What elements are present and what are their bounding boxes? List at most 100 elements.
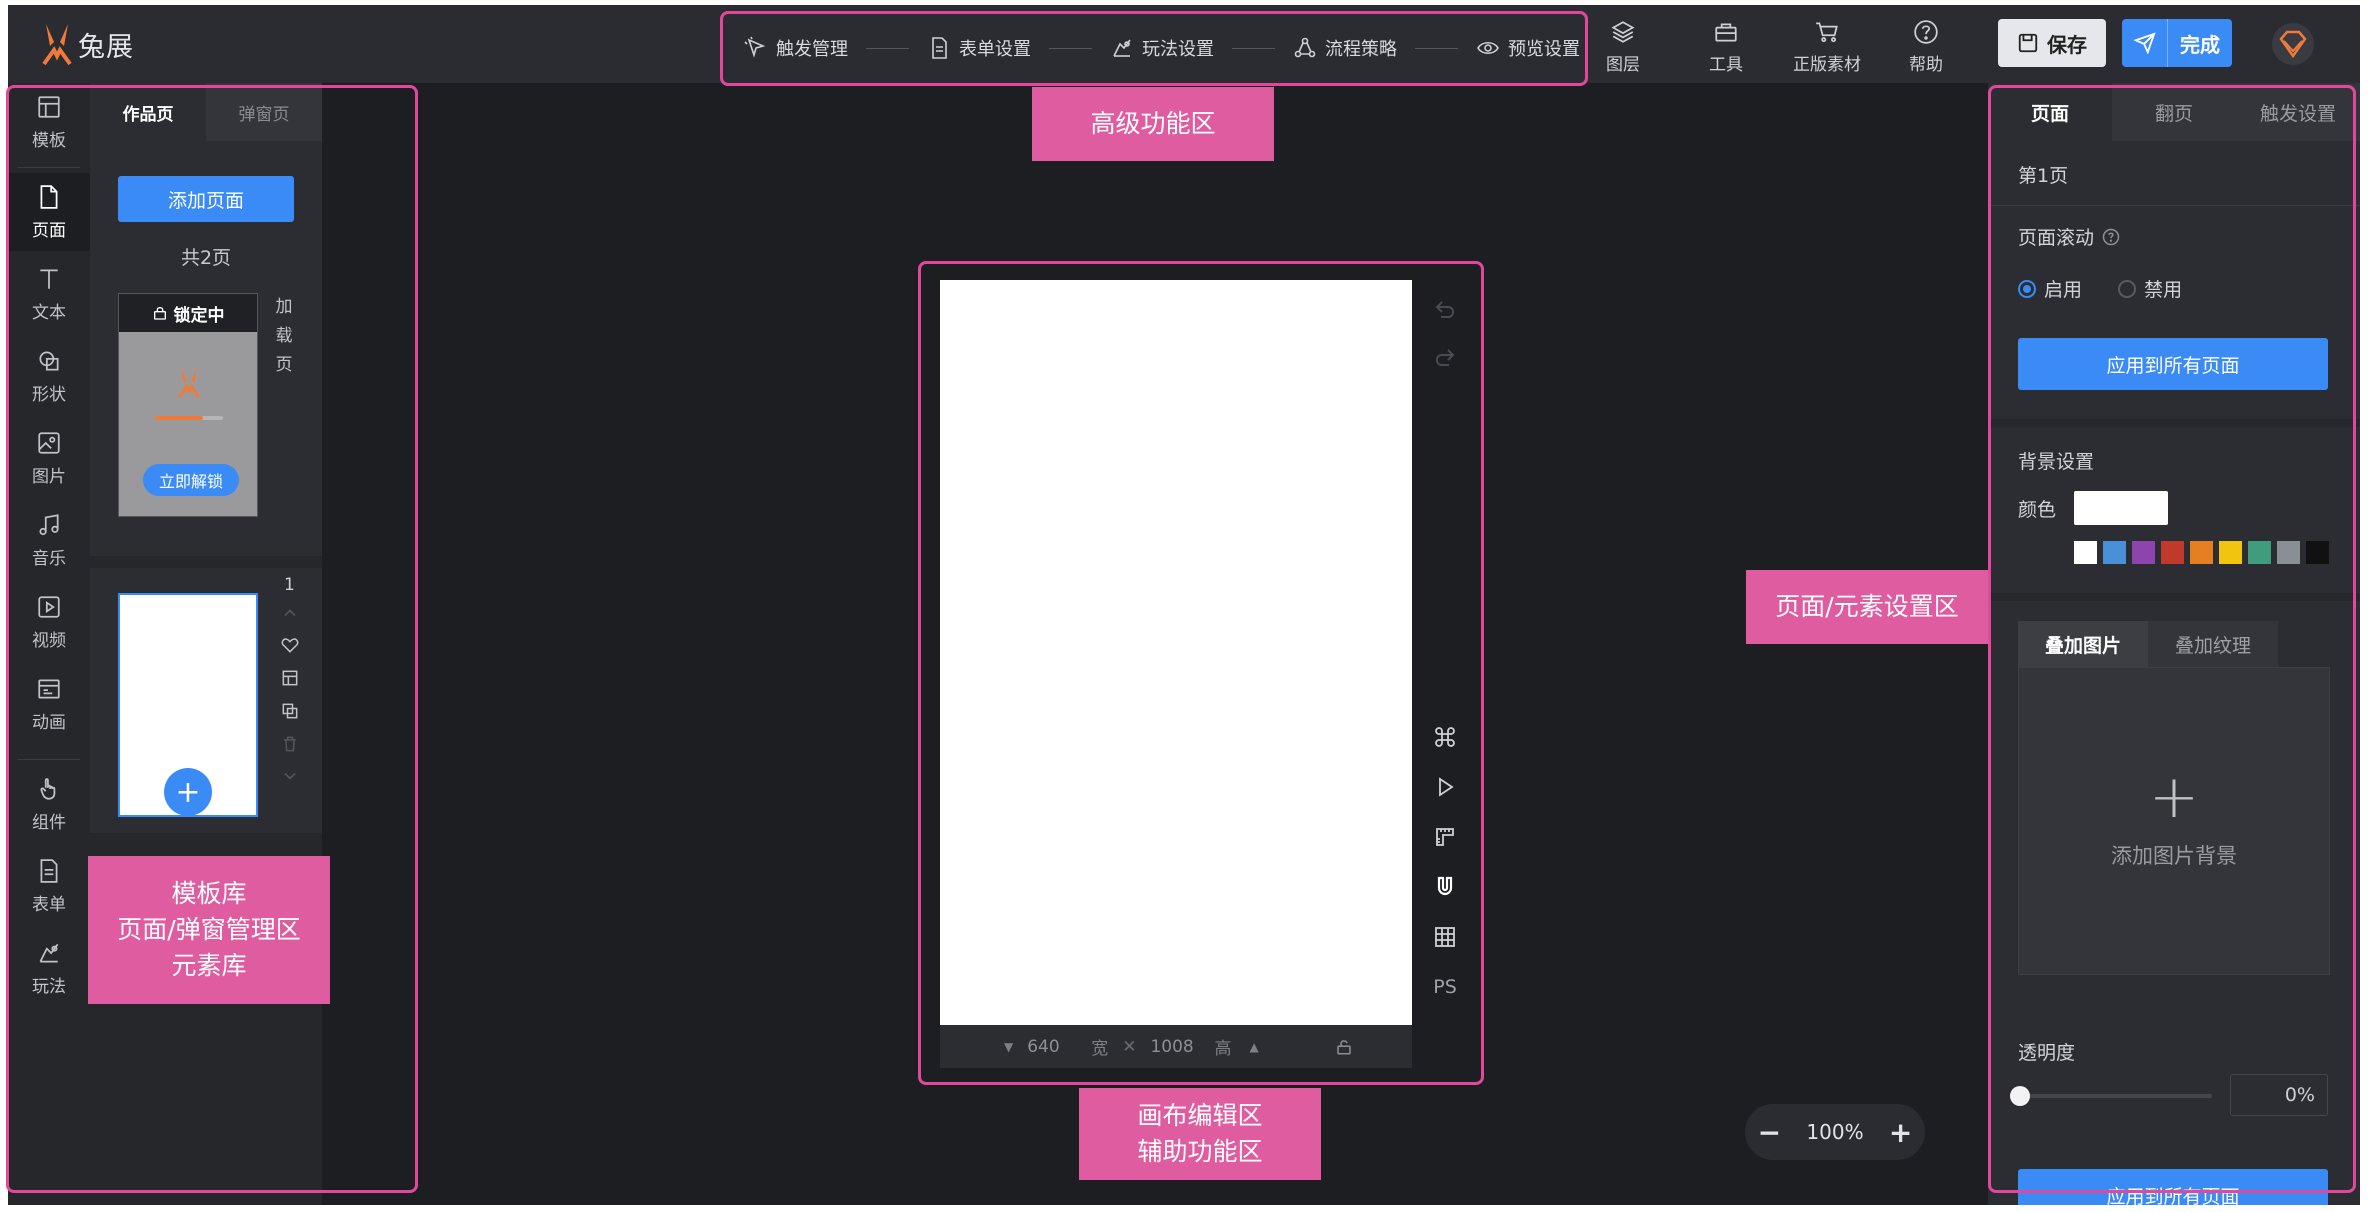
height-up-icon[interactable]: ▲ [1249,1040,1258,1054]
rail-item-video[interactable]: 视频 [8,583,90,661]
rail-item-game[interactable]: 玩法 [8,929,90,1007]
cart-icon [1816,22,1838,43]
canvas-height-input[interactable]: 1008 [1150,1037,1208,1057]
rabbit-logo-icon [178,367,200,398]
zoom-in-icon[interactable]: + [1889,1116,1912,1149]
play-preview-icon[interactable] [1430,772,1460,802]
apply-all-pages-button[interactable]: 应用到所有页面 [2018,338,2328,390]
swatch-black[interactable] [2306,541,2329,564]
tab-page[interactable]: 页面 [1988,83,2112,141]
tab-work-pages[interactable]: 作品页 [90,83,206,141]
page-count: 共2页 [180,247,232,269]
rail-item-music[interactable]: 音乐 [8,501,90,579]
swatch-red[interactable] [2161,541,2184,564]
width-down-icon[interactable]: ▼ [1004,1040,1013,1054]
tab-overlay-image[interactable]: 叠加图片 [2018,621,2148,667]
favorite-icon[interactable] [280,635,302,657]
page-icon [40,184,58,209]
add-page-plus-button[interactable]: + [164,768,212,816]
annotation-advanced: 高级功能区 [1032,87,1274,161]
trigger-icon [744,36,766,58]
rail-item-shape[interactable]: 形状 [8,337,90,415]
unlock-button[interactable]: 立即解锁 [143,464,239,496]
tab-overlay-texture[interactable]: 叠加纹理 [2148,621,2278,667]
annotation-canvas: 画布编辑区 辅助功能区 [1079,1088,1321,1180]
swatch-purple[interactable] [2132,541,2155,564]
rail-label: 组件 [32,812,66,833]
help-circle-icon[interactable] [2102,228,2120,246]
opacity-input[interactable]: 0% [2230,1074,2328,1116]
rail-item-text[interactable]: 文本 [8,255,90,333]
step-flow[interactable]: 流程策略 [1293,35,1397,61]
swatch-green[interactable] [2248,541,2271,564]
top-bar: 兔展 触发管理 表单设置 玩法设置 流程策略 预览设置 图层 工具 正版素材 帮… [8,5,2360,83]
color-picker[interactable] [2074,491,2168,525]
layers-button[interactable]: 图层 [1606,19,1640,75]
move-down-icon[interactable] [280,766,302,788]
loading-page-label: 加 载 页 [275,297,293,375]
swatch-yellow[interactable] [2219,541,2242,564]
rail-label: 图片 [32,466,66,487]
toolbox-button[interactable]: 工具 [1709,19,1743,75]
opacity-slider[interactable] [2010,1086,2212,1106]
lock-ratio-icon[interactable] [1335,1038,1353,1056]
swatch-orange[interactable] [2190,541,2213,564]
color-label: 颜色 [2018,499,2057,521]
step-trigger[interactable]: 触发管理 [744,35,848,61]
ruler-icon[interactable] [1430,822,1460,852]
magnet-icon[interactable] [1430,872,1460,902]
shortcut-command-icon[interactable] [1430,722,1460,752]
rail-item-template[interactable]: 模板 [8,83,90,161]
tab-page-turn[interactable]: 翻页 [2112,83,2236,141]
copy-icon[interactable] [280,701,302,723]
loading-page-card[interactable]: 锁定中 立即解锁 [118,293,258,517]
overlay-tabs: 叠加图片 叠加纹理 [2018,621,2278,667]
radio-disable[interactable]: 禁用 [2118,275,2182,302]
step-preview[interactable]: 预览设置 [1476,35,1580,61]
divider [1988,419,2360,427]
rail-item-image[interactable]: 图片 [8,419,90,497]
tab-trigger-settings[interactable]: 触发设置 [2236,83,2360,141]
swatch-white[interactable] [2074,541,2097,564]
swatch-gray[interactable] [2277,541,2300,564]
rail-item-form[interactable]: 表单 [8,847,90,925]
done-button[interactable]: 完成 [2122,19,2232,67]
logo[interactable]: 兔展 [40,19,134,69]
rail-item-animation[interactable]: 动画 [8,665,90,743]
video-icon [38,595,60,618]
zoom-out-icon[interactable]: − [1758,1116,1781,1149]
undo-icon[interactable] [1430,295,1460,325]
rail-label: 表单 [32,894,66,915]
save-button[interactable]: 保存 [1998,19,2106,67]
send-icon [2122,19,2168,67]
radio-enable[interactable]: 启用 [2018,275,2082,302]
hand-icon [40,777,56,800]
swatch-blue[interactable] [2103,541,2126,564]
canvas-width-input[interactable]: 640 [1027,1037,1077,1057]
add-page-button[interactable]: 添加页面 [118,176,294,222]
redo-icon[interactable] [1430,343,1460,373]
help-button[interactable]: 帮助 [1909,19,1943,75]
save-template-icon[interactable] [280,668,302,690]
step-form[interactable]: 表单设置 [927,35,1031,61]
apply-all-pages-button-bottom[interactable]: 应用到所有页面 [2018,1169,2328,1205]
vip-diamond-icon[interactable] [2270,21,2316,67]
rail-item-component[interactable]: 组件 [8,765,90,843]
lock-header: 锁定中 [119,294,257,332]
step-label: 流程策略 [1325,39,1397,60]
ps-import-icon[interactable]: PS [1430,972,1460,1002]
rail-item-page[interactable]: 页面 [8,173,90,251]
step-label: 表单设置 [959,39,1031,60]
slider-handle[interactable] [2010,1086,2030,1106]
move-up-icon[interactable] [280,603,302,625]
step-label: 触发管理 [776,39,848,60]
stock-assets-button[interactable]: 正版素材 [1793,19,1861,75]
rail-label: 音乐 [32,548,66,569]
tab-popup-pages[interactable]: 弹窗页 [206,83,322,141]
add-background-image-dropzone[interactable]: + 添加图片背景 [2018,667,2330,975]
canvas-page[interactable] [940,280,1412,1025]
grid-icon[interactable] [1430,922,1460,952]
delete-icon[interactable] [280,734,302,756]
step-gameplay[interactable]: 玩法设置 [1110,35,1214,61]
rail-label: 形状 [32,384,66,405]
